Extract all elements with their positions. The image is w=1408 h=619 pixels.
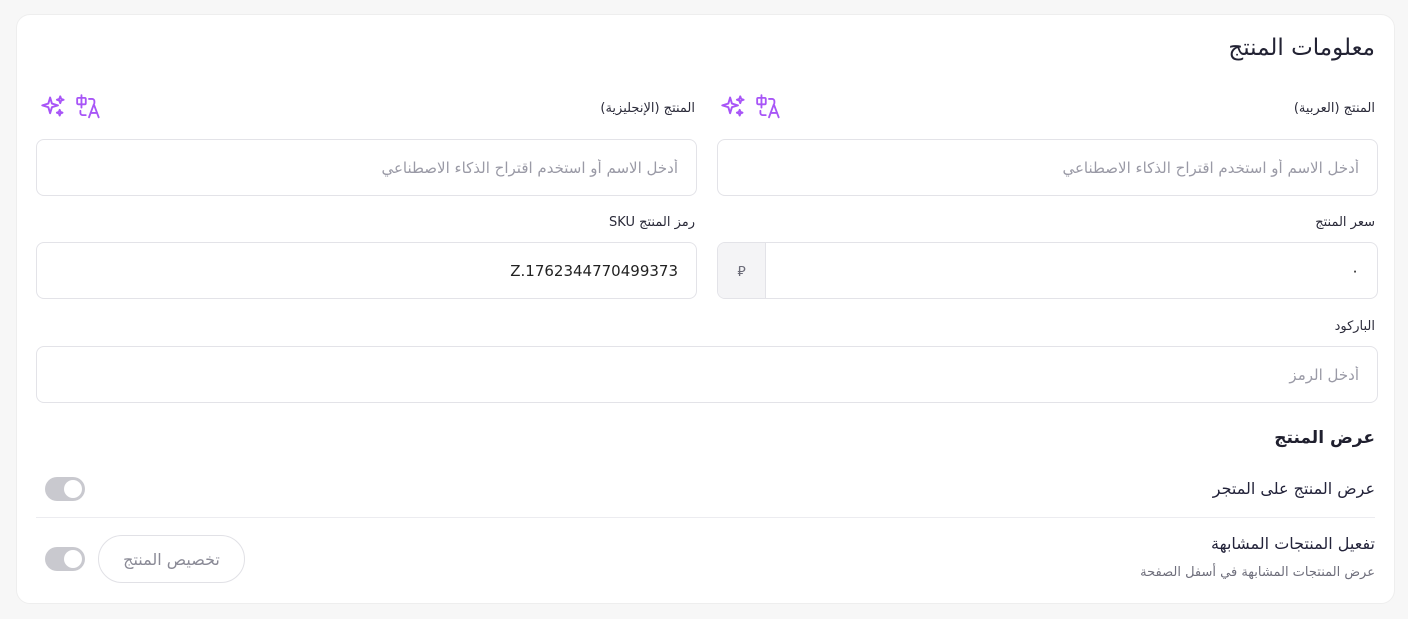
show-in-store-toggle[interactable] <box>45 477 85 501</box>
divider <box>36 517 1375 518</box>
product-name-ar-input[interactable] <box>718 140 1377 195</box>
sku-label: رمز المنتج SKU <box>609 215 695 230</box>
similar-products-description: عرض المنتجات المشابهة في أسفل الصفحة <box>1140 565 1375 580</box>
price-input[interactable] <box>766 243 1377 298</box>
show-in-store-label: عرض المنتج على المتجر <box>1212 479 1375 498</box>
ai-sparkle-icon[interactable] <box>720 93 747 120</box>
product-name-en-label: المنتج (الإنجليزية) <box>600 101 695 116</box>
product-name-ar-field <box>717 139 1378 196</box>
product-name-en-ai-tools <box>40 91 103 121</box>
ai-sparkle-icon[interactable] <box>40 93 67 120</box>
display-section-title: عرض المنتج <box>1274 428 1375 448</box>
sku-input[interactable] <box>37 243 696 298</box>
card-title: معلومات المنتج <box>1228 35 1375 61</box>
sku-field <box>36 242 697 299</box>
translate-icon[interactable] <box>75 93 103 120</box>
similar-products-label: تفعيل المنتجات المشابهة <box>1211 534 1375 553</box>
toggle-knob <box>64 480 82 498</box>
similar-products-toggle[interactable] <box>45 547 85 571</box>
translate-icon[interactable] <box>755 93 783 120</box>
product-name-ar-ai-tools <box>720 91 783 121</box>
price-label: سعر المنتج <box>1315 215 1375 230</box>
product-name-en-field <box>36 139 697 196</box>
barcode-field <box>36 346 1378 403</box>
barcode-input[interactable] <box>37 347 1377 402</box>
barcode-label: الباركود <box>1334 319 1375 334</box>
customize-product-button[interactable]: تخصيص المنتج <box>98 535 245 583</box>
price-field: ⃁ <box>717 242 1378 299</box>
product-name-en-input[interactable] <box>37 140 696 195</box>
product-name-ar-label: المنتج (العربية) <box>1293 101 1375 116</box>
currency-riyal-icon: ⃁ <box>718 243 766 298</box>
toggle-knob <box>64 550 82 568</box>
product-info-card: معلومات المنتج المنتج (العربية) المنتج (… <box>16 14 1395 604</box>
